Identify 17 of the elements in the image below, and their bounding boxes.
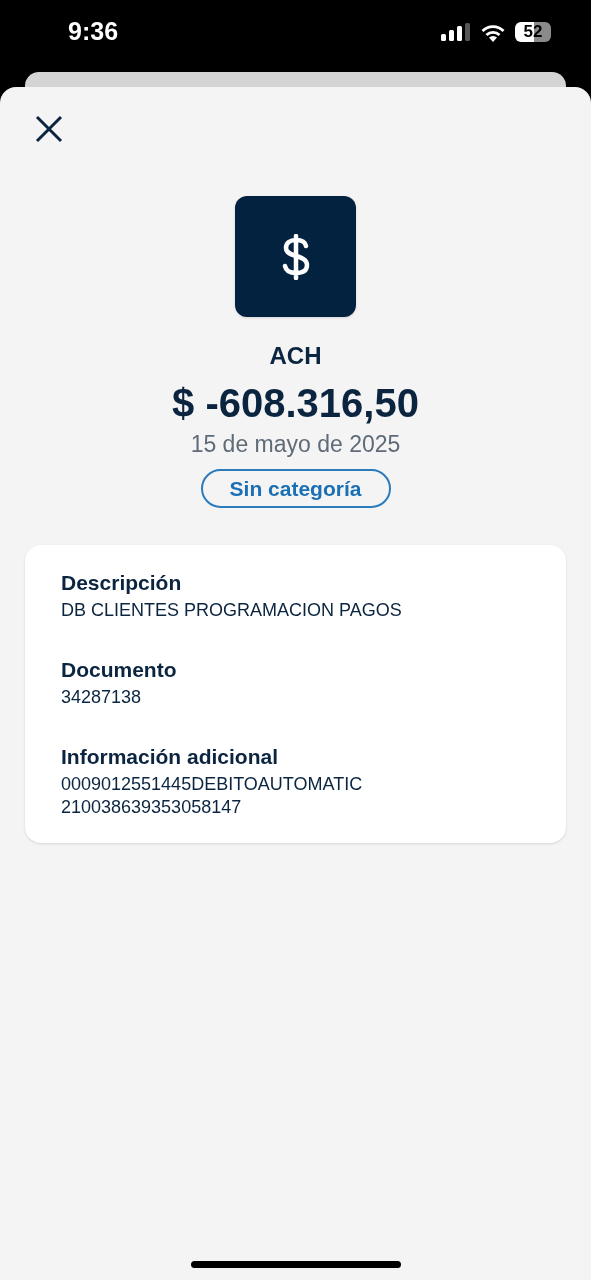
detail-value: DB CLIENTES PROGRAMACION PAGOS bbox=[61, 599, 403, 622]
transaction-type: ACH bbox=[269, 341, 322, 371]
detail-label: Descripción bbox=[61, 570, 183, 596]
detail-label: Documento bbox=[61, 657, 178, 683]
close-button[interactable] bbox=[33, 113, 65, 145]
dollar-icon bbox=[280, 233, 311, 280]
transaction-date: 15 de mayo de 2025 bbox=[190, 430, 401, 459]
wifi-icon bbox=[480, 22, 506, 42]
detail-value: 34287138 bbox=[61, 686, 143, 709]
transaction-amount: $ -608.316,50 bbox=[172, 380, 419, 427]
detail-label: Información adicional bbox=[61, 744, 280, 770]
battery-level: 52 bbox=[515, 22, 551, 42]
signal-icon bbox=[441, 23, 471, 41]
category-chip[interactable]: Sin categoría bbox=[200, 469, 391, 508]
status-time: 9:36 bbox=[68, 16, 119, 48]
detail-value: 0009012551445DEBITOAUTOMATIC bbox=[61, 773, 364, 796]
detail-value: 210038639353058147 bbox=[61, 796, 243, 819]
